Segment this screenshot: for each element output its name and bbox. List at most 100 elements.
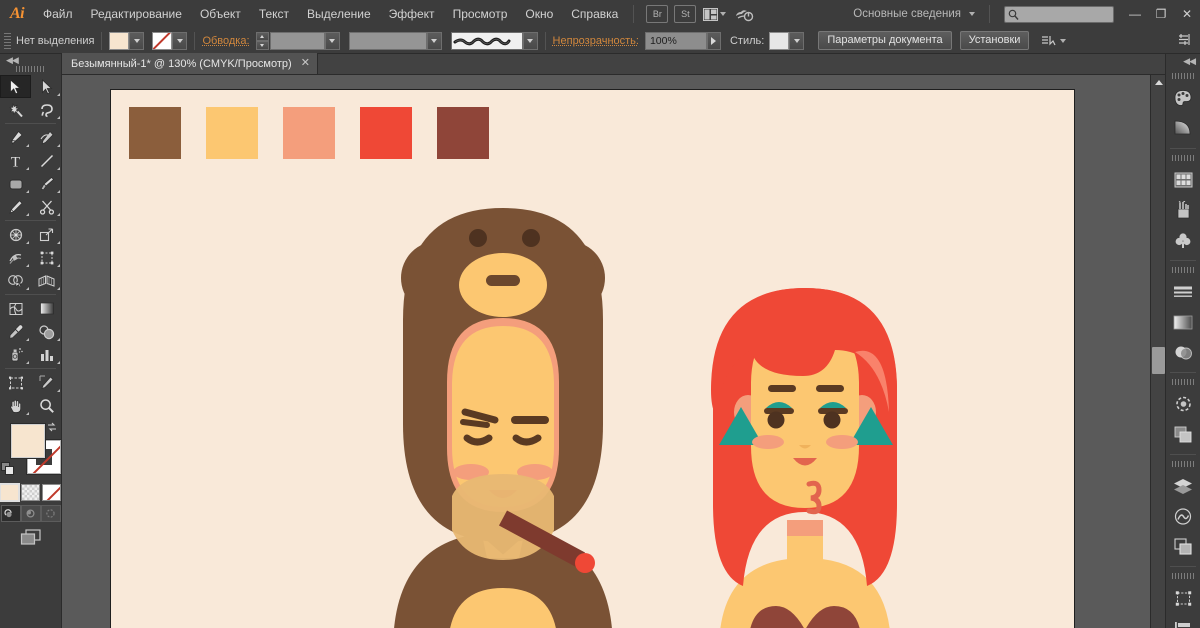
tool-symbol-sprayer[interactable]: [0, 343, 31, 366]
panel-align[interactable]: [1166, 613, 1200, 628]
panel-cc-libraries[interactable]: [1166, 501, 1200, 531]
select-similar-objects-icon[interactable]: [1041, 34, 1067, 47]
right-dock-grip[interactable]: [1172, 573, 1194, 579]
workspace-switcher[interactable]: Основные сведения: [853, 8, 965, 20]
menu-window[interactable]: Окно: [516, 0, 562, 28]
panel-artboards[interactable]: [1166, 531, 1200, 561]
opacity-options-button[interactable]: [706, 31, 721, 50]
panel-stroke[interactable]: [1166, 277, 1200, 307]
tool-free-transform[interactable]: [31, 246, 62, 269]
menu-edit[interactable]: Редактирование: [82, 0, 191, 28]
panel-symbols[interactable]: [1166, 225, 1200, 255]
panel-appearance[interactable]: [1166, 389, 1200, 419]
document-setup-button[interactable]: Параметры документа: [818, 31, 952, 50]
tool-perspective-grid[interactable]: [31, 269, 62, 292]
artwork-illustration[interactable]: [111, 90, 1076, 628]
search-input[interactable]: [1004, 5, 1114, 23]
graphic-style-dropdown[interactable]: [789, 31, 805, 50]
document-tab[interactable]: Безымянный-1* @ 130% (CMYK/Просмотр) ✕: [62, 53, 318, 74]
tool-pencil[interactable]: [0, 195, 31, 218]
menu-file[interactable]: Файл: [34, 0, 82, 28]
draw-normal-mode-button[interactable]: [0, 505, 21, 522]
chevron-down-icon[interactable]: [1060, 38, 1067, 43]
stroke-swatch-dropdown[interactable]: [172, 31, 188, 50]
menu-help[interactable]: Справка: [562, 0, 627, 28]
tool-eyedropper[interactable]: [0, 320, 31, 343]
stroke-weight-increment[interactable]: [255, 31, 269, 41]
tool-line-segment[interactable]: [31, 149, 62, 172]
tool-blend[interactable]: [31, 320, 62, 343]
stroke-weight-decrement[interactable]: [255, 40, 269, 50]
opacity-input[interactable]: 100%: [644, 31, 707, 50]
right-dock-grip[interactable]: [1172, 379, 1194, 385]
tool-paintbrush[interactable]: [31, 172, 62, 195]
restore-button[interactable]: ❐: [1148, 0, 1174, 28]
vertical-scrollbar-thumb[interactable]: [1152, 347, 1165, 374]
tool-pen[interactable]: [0, 126, 31, 149]
opacity-label[interactable]: Непрозрачность:: [553, 35, 639, 47]
brush-definition-dropdown[interactable]: [522, 31, 538, 50]
panel-brushes[interactable]: [1166, 195, 1200, 225]
tool-slice[interactable]: [31, 371, 62, 394]
panel-graphic-styles[interactable]: [1166, 419, 1200, 449]
tool-artboard[interactable]: [0, 371, 31, 394]
tool-selection[interactable]: [0, 75, 31, 98]
right-dock-grip[interactable]: [1172, 155, 1194, 161]
tool-scale[interactable]: [31, 223, 62, 246]
none-swatch-button[interactable]: [42, 484, 61, 501]
tool-gradient[interactable]: [31, 297, 62, 320]
tool-zoom[interactable]: [31, 394, 62, 417]
right-dock-grip[interactable]: [1172, 267, 1194, 273]
close-button[interactable]: ✕: [1174, 0, 1200, 28]
tool-scissors[interactable]: [31, 195, 62, 218]
artboard[interactable]: [110, 89, 1075, 628]
tool-direct-selection[interactable]: [31, 75, 62, 98]
tool-column-graph[interactable]: [31, 343, 62, 366]
tools-panel-grip[interactable]: [15, 66, 46, 72]
tool-rotate[interactable]: [0, 223, 31, 246]
default-fill-stroke-icon[interactable]: [1, 462, 15, 476]
graphic-style-swatch[interactable]: [769, 31, 790, 50]
right-dock-grip[interactable]: [1172, 461, 1194, 467]
panel-transform[interactable]: [1166, 583, 1200, 613]
stroke-weight-label[interactable]: Обводка:: [202, 35, 249, 47]
draw-inside-mode-button[interactable]: [40, 505, 61, 522]
panel-swatches[interactable]: [1166, 165, 1200, 195]
preferences-button[interactable]: Установки: [959, 31, 1030, 50]
tool-shape-builder[interactable]: [0, 269, 31, 292]
panel-color-guide[interactable]: [1166, 113, 1200, 143]
control-bar-grip[interactable]: [4, 32, 11, 49]
draw-behind-mode-button[interactable]: [20, 505, 41, 522]
right-dock-grip[interactable]: [1172, 73, 1194, 79]
tool-mesh[interactable]: [0, 297, 31, 320]
menu-object[interactable]: Объект: [191, 0, 250, 28]
variable-width-profile-dropdown[interactable]: [426, 31, 442, 50]
character-red-haired-woman[interactable]: [711, 288, 897, 628]
vertical-scrollbar[interactable]: [1150, 75, 1165, 628]
right-dock-collapse-icon[interactable]: ◀◀: [1183, 56, 1196, 67]
fill-color-indicator[interactable]: [11, 424, 45, 458]
bridge-button[interactable]: Br: [646, 5, 669, 23]
stroke-weight-stepper[interactable]: [255, 31, 269, 50]
minimize-button[interactable]: —: [1122, 0, 1148, 28]
panel-layers[interactable]: [1166, 471, 1200, 501]
tool-curvature[interactable]: [31, 126, 62, 149]
tools-collapse-icon[interactable]: ◀◀: [6, 55, 19, 66]
workspace-chevron-down-icon[interactable]: [969, 12, 975, 16]
gradient-swatch-button[interactable]: [21, 484, 40, 501]
stroke-weight-dropdown[interactable]: [324, 31, 340, 50]
tool-rectangle[interactable]: [0, 172, 31, 195]
menu-type[interactable]: Текст: [250, 0, 298, 28]
document-tab-close-icon[interactable]: ✕: [301, 58, 310, 69]
panel-transparency[interactable]: [1166, 337, 1200, 367]
control-panel-menu-icon[interactable]: [1179, 32, 1193, 50]
menu-effect[interactable]: Эффект: [380, 0, 444, 28]
scroll-up-button[interactable]: [1151, 75, 1166, 90]
menu-view[interactable]: Просмотр: [444, 0, 517, 28]
fill-swatch-dropdown[interactable]: [129, 31, 145, 50]
tool-width[interactable]: [0, 246, 31, 269]
tool-type[interactable]: T: [0, 149, 31, 172]
stroke-weight-field[interactable]: [269, 31, 325, 50]
change-screen-mode-button[interactable]: [20, 529, 42, 551]
panel-gradient[interactable]: [1166, 307, 1200, 337]
